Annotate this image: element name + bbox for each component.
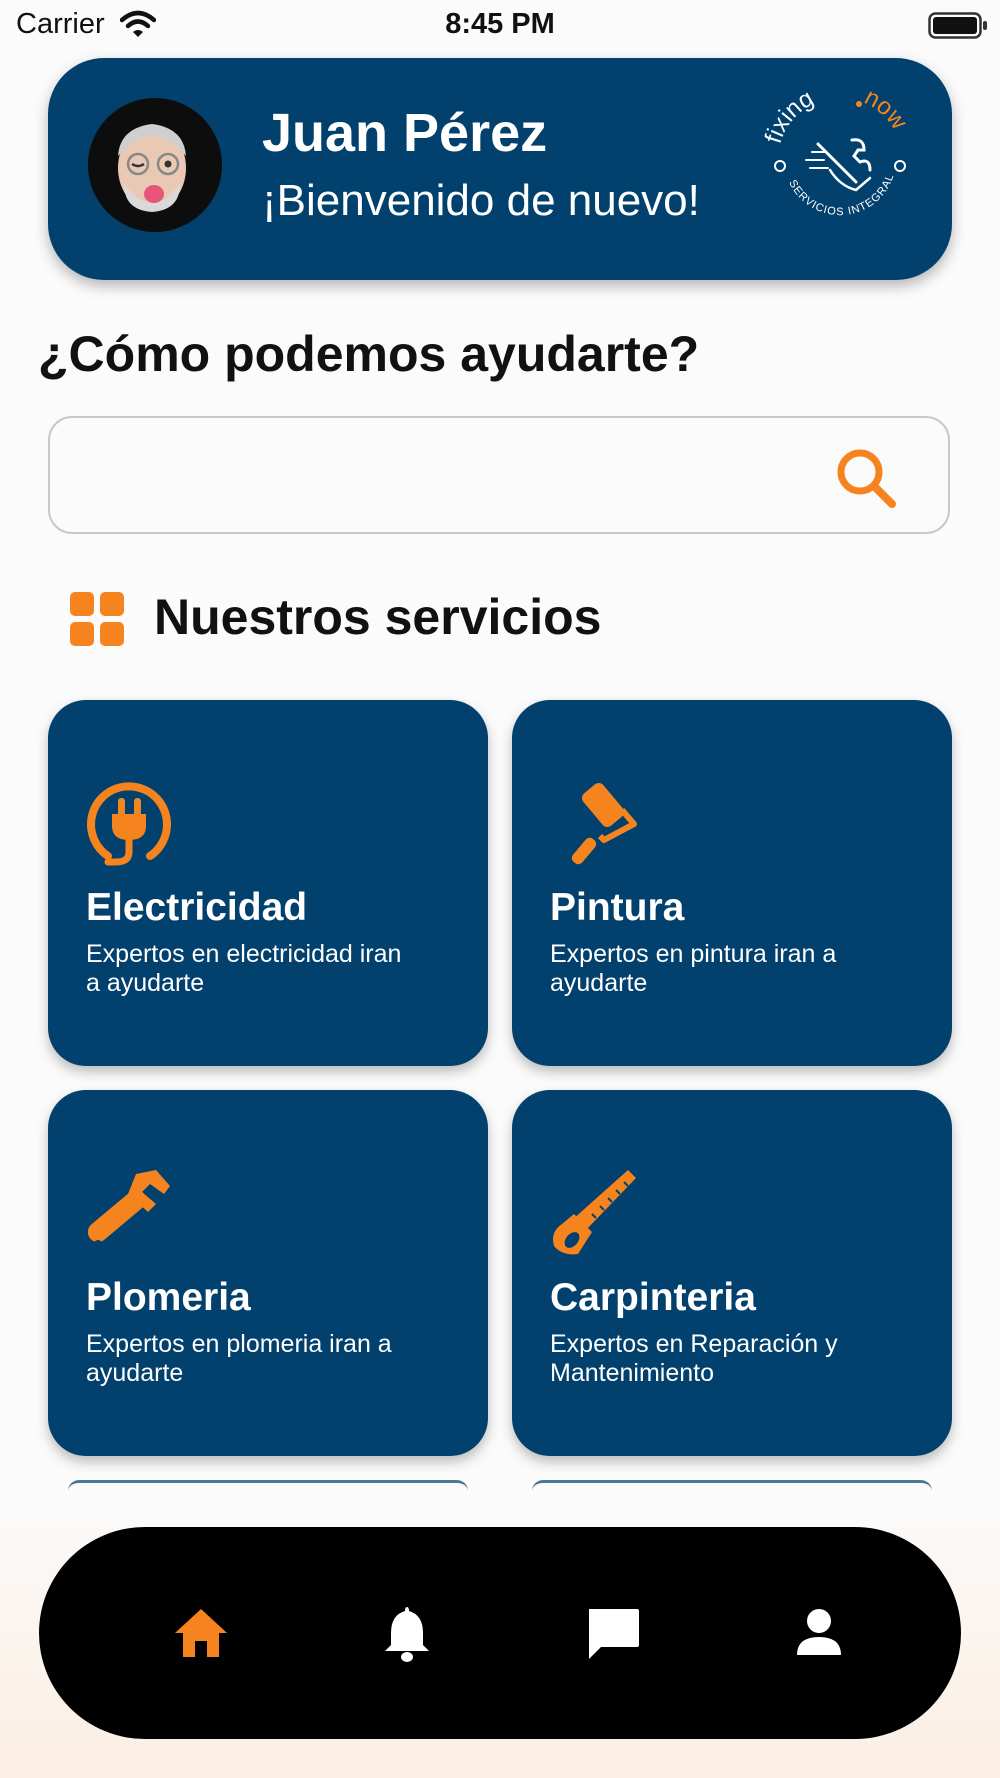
service-card-electricidad[interactable]: Electricidad Expertos en electricidad ir… [48,700,488,1066]
bell-icon[interactable] [375,1601,439,1665]
service-title: Carpinteria [550,1276,756,1319]
service-card-carpinteria[interactable]: Carpinteria Expertos en Reparación y Man… [512,1090,952,1456]
tab-bar [39,1527,961,1739]
profile-icon[interactable] [787,1601,851,1665]
service-card-pintura[interactable]: Pintura Expertos en pintura iran a ayuda… [512,700,952,1066]
search-icon[interactable] [834,446,898,510]
service-description: Expertos en Reparación y Mantenimiento [550,1330,838,1387]
welcome-message: ¡Bienvenido de nuevo! [262,176,700,225]
fixing-now-logo: fixing now SERVICIOS INTEGRALES [756,73,920,242]
avatar[interactable] [88,98,222,232]
logo-text-now: now [860,83,913,135]
service-title: Pintura [550,886,685,929]
chat-icon[interactable] [581,1601,645,1665]
grid-icon [68,590,126,648]
pipe-wrench-icon [84,1168,174,1258]
service-card-plomeria[interactable]: Plomeria Expertos en plomeria iran a ayu… [48,1090,488,1456]
battery-icon [928,12,988,45]
services-heading: Nuestros servicios [154,589,602,645]
welcome-header: Juan Pérez ¡Bienvenido de nuevo! fixing … [48,58,952,280]
plug-icon [84,778,174,868]
paint-roller-icon [548,778,638,868]
home-icon[interactable] [169,1601,233,1665]
logo-text-fixing: fixing [760,85,818,147]
search-bar[interactable] [48,416,950,534]
service-description: Expertos en pintura iran a ayudarte [550,940,837,997]
user-name: Juan Pérez [262,103,548,163]
service-description: Expertos en electricidad iran a ayudarte [86,940,402,997]
page-title: ¿Cómo podemos ayudarte? [38,326,700,382]
status-bar: Carrier 8:45 PM [0,0,1000,50]
service-title: Electricidad [86,886,308,929]
clock: 8:45 PM [445,8,555,40]
service-title: Plomeria [86,1276,251,1319]
svg-text:now: now [860,83,913,135]
saw-icon [548,1168,638,1258]
service-description: Expertos en plomeria iran a ayudarte [86,1330,392,1387]
search-input[interactable] [74,438,838,514]
svg-text:fixing: fixing [760,85,818,147]
